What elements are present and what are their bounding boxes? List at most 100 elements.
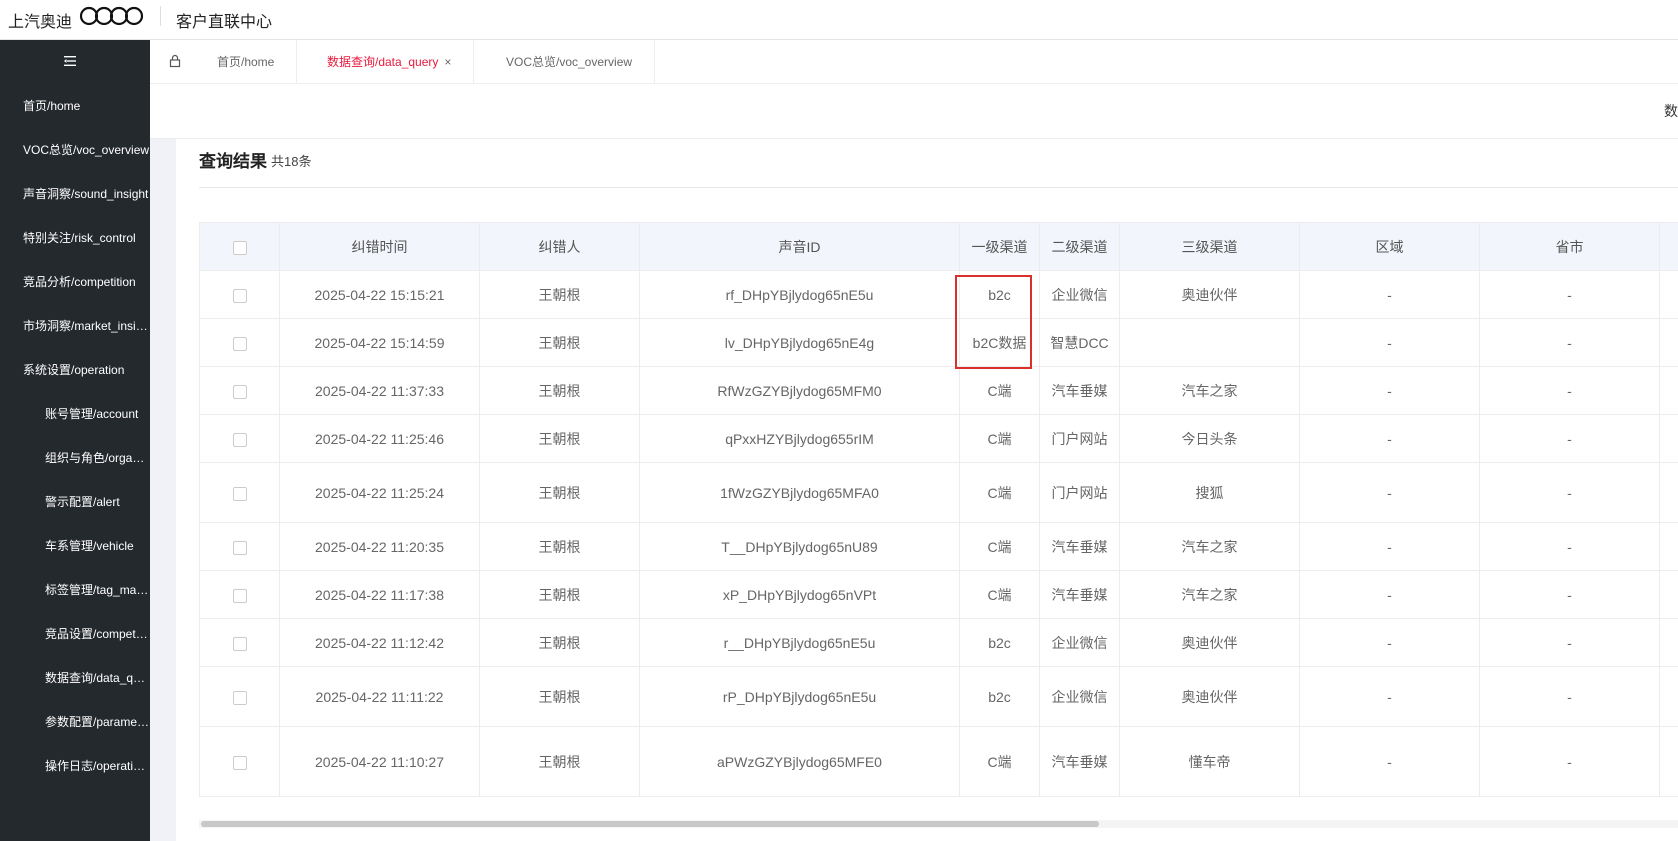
cell-person: 王朝根 [479, 414, 640, 463]
sidebar-item-voc-overview[interactable]: VOC总览/voc_overview [0, 128, 150, 172]
table-body: 2025-04-22 15:15:21 王朝根 rf_DHpYBjlydog65nE… [199, 270, 1678, 797]
cell-ch1: b2c [959, 666, 1040, 727]
sidebar-item-risk-control[interactable]: 特别关注/risk_control [0, 216, 150, 260]
cell-time: 2025-04-22 11:20:35 [279, 522, 480, 571]
sidebar-nav: 首页/home VOC总览/voc_overview 声音洞察/sound_in… [0, 84, 150, 788]
row-checkbox[interactable] [232, 288, 247, 303]
table-row[interactable]: 2025-04-22 11:37:33 王朝根 RfWzGZYBjlydog65MF… [199, 366, 1678, 415]
system-title: 客户直联中心 [176, 14, 273, 31]
row-select-cell [199, 522, 280, 571]
row-checkbox[interactable] [232, 690, 247, 705]
sidebar-item-competition-setting[interactable]: 竞品设置/competition [0, 612, 150, 656]
horizontal-scrollbar[interactable] [199, 820, 1678, 828]
cell-extra [1659, 462, 1678, 523]
table-row[interactable]: 2025-04-22 11:20:35 王朝根 T__DHpYBjlydog65nU… [199, 522, 1678, 571]
tab-data-query[interactable]: 数据查询/data_query × [305, 40, 475, 84]
cell-voice-id: aPWzGZYBjlydog65MFE0 [639, 726, 960, 797]
table-row[interactable]: 2025-04-22 11:10:27 王朝根 aPWzGZYBjlydog65MF… [199, 726, 1678, 797]
cell-region: - [1299, 366, 1480, 415]
sidebar-item-home[interactable]: 首页/home [0, 84, 150, 128]
row-select-cell [199, 570, 280, 619]
cell-region: - [1299, 522, 1480, 571]
sidebar-item-sound-insight[interactable]: 声音洞察/sound_insight [0, 172, 150, 216]
sidebar: 首页/home VOC总览/voc_overview 声音洞察/sound_in… [0, 40, 150, 841]
col-header-time: 纠错时间 [279, 222, 480, 271]
cell-province: - [1479, 618, 1660, 667]
tab-voc-overview[interactable]: VOC总览/voc_overview [484, 40, 656, 84]
results-panel: 查询结果 共18条 纠错时间 纠错人 声音ID 一级渠道 二级渠道 三级渠道 区… [176, 139, 1678, 841]
cell-ch2: 汽车垂媒 [1039, 522, 1120, 571]
row-select-cell [199, 270, 280, 319]
lock-icon[interactable] [168, 54, 182, 68]
sidebar-item-competition[interactable]: 竞品分析/competition [0, 260, 150, 304]
cell-extra [1659, 570, 1678, 619]
sidebar-item-market-insight[interactable]: 市场洞察/market_insight [0, 304, 150, 348]
cell-ch1: b2c [959, 270, 1040, 319]
sidebar-item-vehicle[interactable]: 车系管理/vehicle [0, 524, 150, 568]
table-row[interactable]: 2025-04-22 11:11:22 王朝根 rP_DHpYBjlydog65nE… [199, 666, 1678, 727]
row-checkbox[interactable] [232, 486, 247, 501]
cell-region: - [1299, 570, 1480, 619]
col-header-ch2: 二级渠道 [1039, 222, 1120, 271]
tab-close-icon[interactable]: × [444, 55, 451, 69]
table-row[interactable]: 2025-04-22 11:12:42 王朝根 r__DHpYBjlydog65nE… [199, 618, 1678, 667]
table-row[interactable]: 2025-04-22 15:14:59 王朝根 lv_DHpYBjlydog65nE… [199, 318, 1678, 367]
cell-province: - [1479, 366, 1660, 415]
cell-ch3 [1119, 318, 1300, 367]
sidebar-item-account[interactable]: 账号管理/account [0, 392, 150, 436]
cell-ch3: 汽车之家 [1119, 522, 1300, 571]
row-checkbox[interactable] [232, 540, 247, 555]
tab-home-label: 首页/home [217, 55, 275, 69]
row-checkbox[interactable] [232, 588, 247, 603]
table-row[interactable]: 2025-04-22 11:17:38 王朝根 xP_DHpYBjlydog65nV… [199, 570, 1678, 619]
cell-ch1: b2C数据 [959, 318, 1040, 367]
row-checkbox[interactable] [232, 636, 247, 651]
cell-province: - [1479, 414, 1660, 463]
table-row[interactable]: 2025-04-22 11:25:46 王朝根 qPxxHZYBjlydog655r… [199, 414, 1678, 463]
row-checkbox[interactable] [232, 432, 247, 447]
cell-ch2: 企业微信 [1039, 618, 1120, 667]
cell-extra [1659, 270, 1678, 319]
cell-voice-id: T__DHpYBjlydog65nU89 [639, 522, 960, 571]
cell-ch3: 懂车帝 [1119, 726, 1300, 797]
cell-voice-id: xP_DHpYBjlydog65nVPt [639, 570, 960, 619]
cell-time: 2025-04-22 11:12:42 [279, 618, 480, 667]
cell-time: 2025-04-22 11:25:24 [279, 462, 480, 523]
sidebar-item-tag-manage[interactable]: 标签管理/tag_manage [0, 568, 150, 612]
cell-person: 王朝根 [479, 462, 640, 523]
cell-extra [1659, 414, 1678, 463]
row-checkbox[interactable] [232, 384, 247, 399]
result-title: 查询结果 [199, 152, 267, 171]
hamburger-menu-icon[interactable] [62, 54, 78, 68]
row-select-cell [199, 414, 280, 463]
cell-province: - [1479, 570, 1660, 619]
sidebar-item-parameter[interactable]: 参数配置/parameter [0, 700, 150, 744]
sidebar-item-data-query[interactable]: 数据查询/data_query [0, 656, 150, 700]
sidebar-item-operation[interactable]: 系统设置/operation [0, 348, 150, 392]
row-select-cell [199, 726, 280, 797]
cell-ch1: C端 [959, 414, 1040, 463]
cell-person: 王朝根 [479, 726, 640, 797]
sidebar-item-organization[interactable]: 组织与角色/organization [0, 436, 150, 480]
cell-ch2: 汽车垂媒 [1039, 366, 1120, 415]
cell-ch2: 门户网站 [1039, 414, 1120, 463]
sidebar-item-operation-log[interactable]: 操作日志/operation_log [0, 744, 150, 788]
cell-extra [1659, 366, 1678, 415]
cell-ch3: 汽车之家 [1119, 366, 1300, 415]
cell-extra [1659, 522, 1678, 571]
cell-voice-id: qPxxHZYBjlydog655rIM [639, 414, 960, 463]
table-row[interactable]: 2025-04-22 15:15:21 王朝根 rf_DHpYBjlydog65nE… [199, 270, 1678, 319]
cell-region: - [1299, 414, 1480, 463]
select-all-checkbox[interactable] [232, 240, 247, 255]
sidebar-item-alert[interactable]: 警示配置/alert [0, 480, 150, 524]
table-row[interactable]: 2025-04-22 11:25:24 王朝根 1fWzGZYBjlydog65MF… [199, 462, 1678, 523]
brand-name: 上汽奥迪 [8, 14, 73, 31]
row-checkbox[interactable] [232, 755, 247, 770]
row-select-cell [199, 666, 280, 727]
scrollbar-thumb[interactable] [201, 821, 1099, 827]
cell-region: - [1299, 318, 1480, 367]
tab-home[interactable]: 首页/home [195, 40, 298, 84]
row-checkbox[interactable] [232, 336, 247, 351]
filter-bar: 数 [150, 84, 1678, 139]
row-select-cell [199, 318, 280, 367]
